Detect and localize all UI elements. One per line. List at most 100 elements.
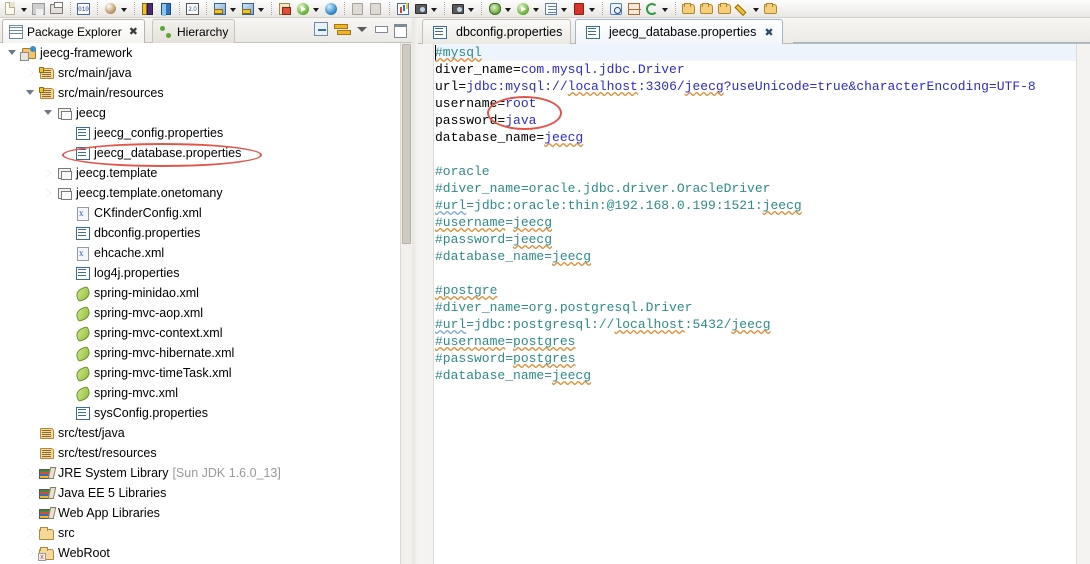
toolbar-button[interactable] (625, 0, 643, 18)
tree-item[interactable]: spring-mvc-aop.xml (0, 303, 400, 323)
chevron-down-icon[interactable] (356, 23, 368, 35)
link-with-editor-icon[interactable] (334, 22, 351, 36)
chevron-down-icon[interactable] (467, 1, 476, 17)
editor-tab-jeecg-database[interactable]: jeecg_database.properties ✖ (575, 19, 783, 44)
editor-tab-dbconfig[interactable]: dbconfig.properties (422, 19, 572, 44)
tree-item[interactable]: log4j.properties (0, 263, 400, 283)
close-icon[interactable]: ✖ (764, 26, 773, 39)
chevron-down-icon[interactable] (430, 1, 439, 17)
toolbar-button[interactable] (394, 0, 412, 18)
tree-item[interactable]: sysConfig.properties (0, 403, 400, 423)
chevron-down-icon[interactable] (752, 1, 761, 17)
tree-item[interactable]: x jeecg-framework (0, 43, 400, 63)
tree-item[interactable]: spring-mvc-timeTask.xml (0, 363, 400, 383)
toolbar-button[interactable] (322, 0, 340, 18)
folder-icon (38, 525, 54, 541)
tree-item[interactable]: spring-minidao.xml (0, 283, 400, 303)
toolbar-button[interactable] (211, 0, 239, 18)
tree-item[interactable]: src/test/java (0, 423, 400, 443)
tree-item[interactable]: ehcache.xml (0, 243, 400, 263)
twisty-collapsed-icon[interactable] (24, 503, 38, 523)
toolbar-button[interactable] (486, 0, 514, 18)
tree-item[interactable]: spring-mvc.xml (0, 383, 400, 403)
toolbar-button[interactable] (157, 0, 175, 18)
tree-item[interactable]: src/main/java (0, 63, 400, 83)
code-text-area[interactable]: #mysql diver_name=com.mysql.jdbc.Driver ur… (435, 44, 1076, 564)
toolbar-button[interactable] (643, 0, 671, 18)
chevron-down-icon[interactable] (504, 1, 513, 17)
toolbar-button[interactable] (239, 0, 267, 18)
toolbar-button[interactable] (607, 0, 625, 18)
tree-item[interactable]: jeecg.template (0, 163, 400, 183)
tree-item[interactable]: jeecg (0, 103, 400, 123)
chevron-down-icon[interactable] (661, 1, 670, 17)
project-tree[interactable]: x jeecg-framework src/main/java src/main/re… (0, 43, 400, 564)
collapse-all-icon[interactable] (314, 22, 328, 36)
toolbar-button[interactable] (102, 0, 130, 18)
toolbar-button[interactable] (514, 0, 542, 18)
tab-package-explorer[interactable]: Package Explorer ✖ (2, 19, 145, 43)
chevron-down-icon[interactable] (312, 1, 321, 17)
twisty-collapsed-icon[interactable] (42, 183, 56, 203)
toolbar-button[interactable] (367, 0, 385, 18)
chevron-down-icon[interactable] (229, 1, 238, 17)
tree-item[interactable]: Web App Libraries (0, 503, 400, 523)
twisty-expanded-icon[interactable] (6, 43, 20, 63)
toolbar-button[interactable] (139, 0, 157, 18)
tree-item[interactable]: CKfinderConfig.xml (0, 203, 400, 223)
toolbar-button[interactable] (2, 0, 30, 18)
tree-item[interactable]: dbconfig.properties (0, 223, 400, 243)
toolbar-button[interactable]: 010 (75, 0, 93, 18)
tree-item[interactable]: x WebRoot (0, 543, 400, 563)
toolbar-button[interactable] (734, 0, 762, 18)
tree-item[interactable]: src/test/resources (0, 443, 400, 463)
toolbar-button[interactable] (762, 0, 780, 18)
toolbar-button[interactable] (276, 0, 294, 18)
twisty-collapsed-icon[interactable] (24, 523, 38, 543)
tree-item[interactable]: spring-mvc-context.xml (0, 323, 400, 343)
toolbar-button[interactable] (30, 0, 48, 18)
tree-item[interactable]: jeecg.template.onetomany (0, 183, 400, 203)
close-icon[interactable]: ✖ (129, 25, 138, 38)
chevron-down-icon[interactable] (532, 1, 541, 17)
chevron-down-icon[interactable] (257, 1, 266, 17)
toolbar-button[interactable] (412, 0, 440, 18)
toolbar-button[interactable] (542, 0, 570, 18)
tab-hierarchy[interactable]: Hierarchy (152, 19, 236, 43)
explorer-scrollbar[interactable] (400, 43, 412, 564)
minimize-icon[interactable] (374, 23, 388, 35)
toolbar-button[interactable]: 2.0 (184, 0, 202, 18)
tree-item[interactable]: Java EE 5 Libraries (0, 483, 400, 503)
toolbar-button[interactable] (680, 0, 698, 18)
twisty-collapsed-icon[interactable] (42, 163, 56, 183)
tree-item[interactable]: JRE System Library [Sun JDK 1.6.0_13] (0, 463, 400, 483)
twisty-collapsed-icon[interactable] (24, 63, 38, 83)
twisty-collapsed-icon[interactable] (24, 543, 38, 563)
twisty-expanded-icon[interactable] (42, 103, 56, 123)
tree-item-selected[interactable]: jeecg_database.properties (0, 143, 400, 163)
tree-item[interactable]: src/main/resources (0, 83, 400, 103)
tree-item-label: jeecg.template.onetomany (76, 186, 223, 200)
tree-item[interactable]: src (0, 523, 400, 543)
tree-item[interactable]: jeecg_config.properties (0, 123, 400, 143)
toolbar-button[interactable] (698, 0, 716, 18)
twisty-expanded-icon[interactable] (24, 83, 38, 103)
toolbar-button[interactable] (349, 0, 367, 18)
explorer-scrollbar-thumb[interactable] (402, 44, 411, 244)
chevron-down-icon[interactable] (560, 1, 569, 17)
twisty-collapsed-icon[interactable] (24, 463, 38, 483)
toolbar-button[interactable] (48, 0, 66, 18)
tree-item[interactable]: spring-mvc-hibernate.xml (0, 343, 400, 363)
chevron-down-icon[interactable] (588, 1, 597, 17)
toolbar-button[interactable] (449, 0, 477, 18)
editor-gutter[interactable] (418, 44, 434, 564)
maximize-icon[interactable] (393, 23, 407, 38)
toolbar-button[interactable] (294, 0, 322, 18)
editor-overview-ruler[interactable] (1076, 44, 1090, 564)
toolbar-button[interactable] (570, 0, 598, 18)
chevron-down-icon[interactable] (20, 1, 29, 17)
twisty-collapsed-icon[interactable] (24, 483, 38, 503)
toolbar-button[interactable] (716, 0, 734, 18)
chevron-down-icon[interactable] (120, 1, 129, 17)
